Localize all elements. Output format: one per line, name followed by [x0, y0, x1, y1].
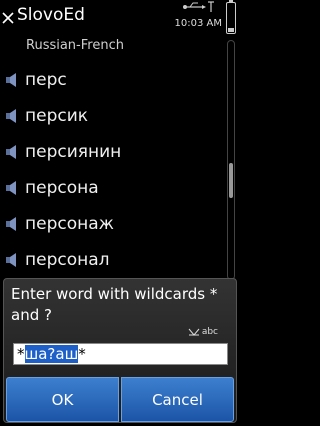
list-item-word: персона	[25, 178, 99, 198]
input-selected-text: ша?аш	[24, 345, 79, 363]
speaker-icon[interactable]	[4, 252, 22, 268]
list-item[interactable]: персонал	[0, 242, 228, 278]
speaker-icon[interactable]	[4, 144, 22, 160]
list-item[interactable]: перс	[0, 62, 228, 98]
list-item[interactable]: персона	[0, 170, 228, 206]
list-item[interactable]: персонаж	[0, 206, 228, 242]
list-item-word: перс	[25, 70, 67, 90]
ok-button[interactable]: OK	[6, 377, 119, 422]
cancel-button[interactable]: Cancel	[121, 377, 234, 422]
speaker-icon[interactable]	[4, 216, 22, 232]
word-list: перс персик персиянин персона персонаж п…	[0, 62, 228, 278]
list-item-word: персонаж	[25, 214, 114, 234]
app-title: SlovoEd	[17, 5, 85, 25]
list-item[interactable]: персиянин	[0, 134, 228, 170]
title-bar: SlovoEd 10:03 AM	[0, 0, 240, 34]
dialog-title: Enter word with wildcards * and ?	[11, 285, 218, 324]
list-item-word: персиянин	[25, 142, 122, 162]
pen-icon	[188, 328, 200, 336]
input-mode-label: abc	[201, 327, 218, 337]
list-item[interactable]: персик	[0, 98, 228, 134]
wildcard-dialog: Enter word with wildcards * and ? abc *ш…	[3, 278, 237, 423]
battery-icon	[226, 0, 236, 34]
list-item-word: персик	[25, 106, 89, 126]
scroll-thumb[interactable]	[229, 163, 233, 198]
usb-icon	[183, 1, 214, 12]
speaker-icon[interactable]	[4, 72, 22, 88]
input-suffix: *	[78, 345, 86, 363]
close-icon[interactable]	[2, 12, 14, 24]
speaker-icon[interactable]	[4, 180, 22, 196]
clock-time: 10:03 AM	[174, 18, 222, 29]
dictionary-name: Russian-French	[26, 38, 124, 53]
wildcard-input[interactable]: *ша?аш*	[13, 343, 228, 365]
speaker-icon[interactable]	[4, 108, 22, 124]
input-prefix: *	[17, 345, 25, 363]
list-item-word: персонал	[25, 250, 110, 270]
scrollbar[interactable]	[227, 40, 235, 280]
input-mode-indicator: abc	[188, 327, 218, 337]
